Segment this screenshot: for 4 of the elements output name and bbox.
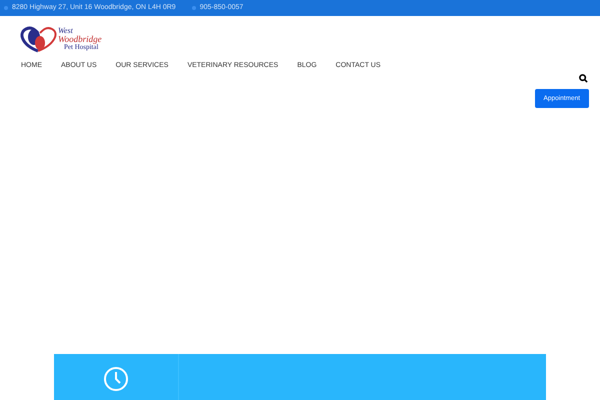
logo-text: Woodbridge <box>58 35 102 44</box>
logo-text: West <box>58 27 74 35</box>
clock-icon <box>103 366 129 392</box>
search-icon[interactable] <box>579 74 588 83</box>
